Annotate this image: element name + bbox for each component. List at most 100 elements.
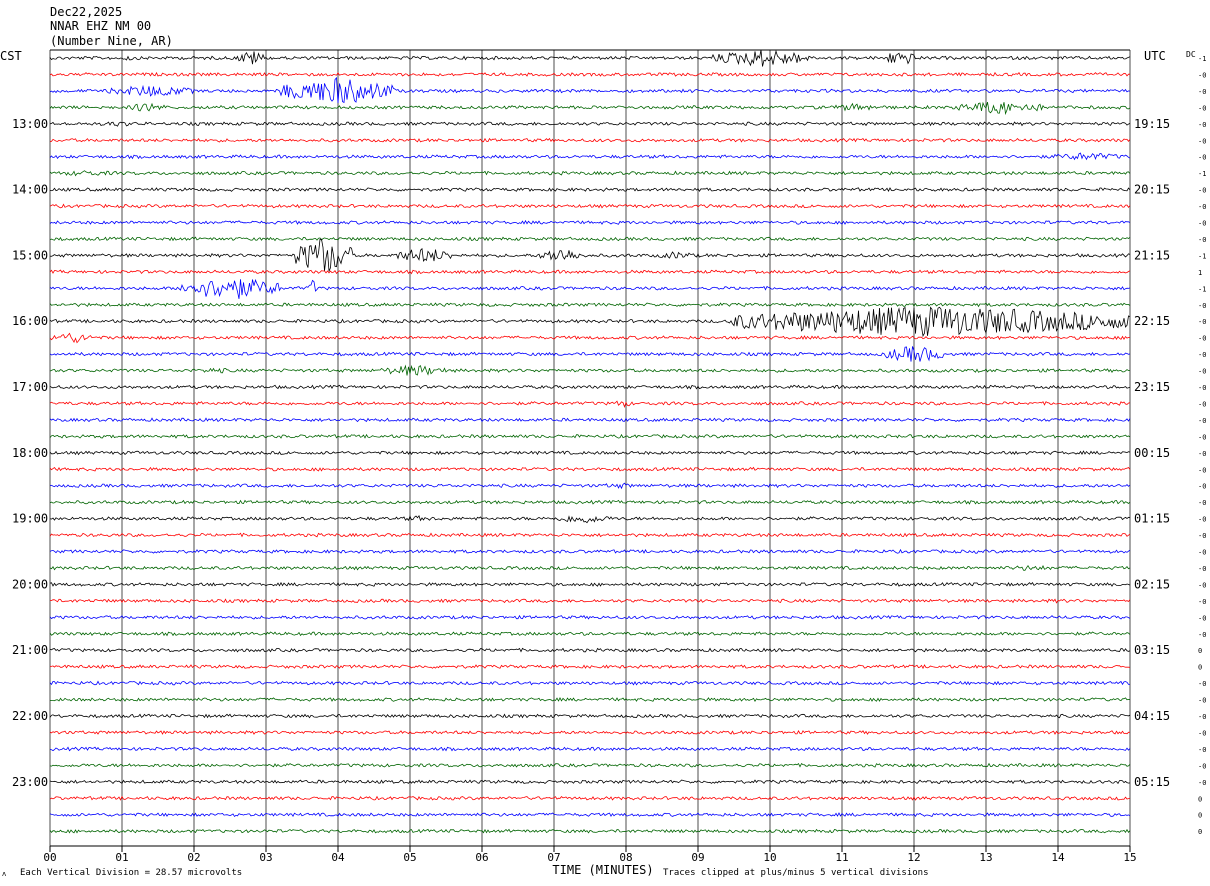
dc-offset-value: 0	[1198, 664, 1202, 672]
cst-hour-label: 15:00	[12, 248, 48, 262]
x-tick-label: 00	[43, 851, 56, 864]
dc-offset-value: -1	[1198, 55, 1206, 63]
trace-row	[49, 76, 1131, 104]
dc-offset-value: -0	[1198, 483, 1206, 491]
dc-offset-value: -0	[1198, 335, 1206, 343]
trace-row	[49, 713, 1131, 719]
cst-hour-label: 22:00	[12, 709, 48, 723]
trace-row	[49, 49, 1131, 67]
cst-hour-label: 21:00	[12, 643, 48, 657]
dc-offset-value: -0	[1198, 631, 1206, 639]
trace-row	[49, 730, 1131, 735]
trace-row	[49, 795, 1131, 801]
trace-row	[49, 680, 1131, 686]
dc-offset-value: -0	[1198, 697, 1206, 705]
dc-offset-value: -0	[1198, 779, 1206, 787]
dc-offset-value: -0	[1198, 450, 1206, 458]
trace-row	[49, 466, 1131, 472]
dc-offset-value: -0	[1198, 368, 1206, 376]
dc-offset-value: -1	[1198, 252, 1206, 260]
x-tick-label: 02	[187, 851, 200, 864]
utc-hour-label: 00:15	[1134, 446, 1170, 460]
dc-offset-value: -1	[1198, 285, 1206, 293]
trace-row	[49, 631, 1131, 637]
x-axis-title: TIME (MINUTES)	[552, 863, 653, 877]
cst-label: CST	[0, 49, 22, 63]
dc-offset-value: -0	[1198, 516, 1206, 524]
trace-row	[49, 302, 1131, 308]
trace-group	[49, 49, 1131, 834]
minute-grid	[49, 49, 1131, 846]
utc-hour-label: 01:15	[1134, 512, 1170, 526]
dc-offset-value: -1	[1198, 170, 1206, 178]
dc-offset-value: -0	[1198, 318, 1206, 326]
trace-row	[49, 137, 1131, 143]
utc-hour-label: 05:15	[1134, 775, 1170, 789]
x-tick-label: 10	[763, 851, 776, 864]
dc-offset-value: -0	[1198, 680, 1206, 688]
dc-offset-value: -0	[1198, 614, 1206, 622]
utc-hour-label: 22:15	[1134, 314, 1170, 328]
x-tick-label: 03	[259, 851, 272, 864]
cst-hour-label: 18:00	[12, 446, 48, 460]
x-axis-ticks: 00 01 02 03 04 05 06 07 08 09 10 11 12 13 14 15	[43, 846, 1137, 864]
trace-row	[49, 238, 1131, 272]
dc-offset-value: -0	[1198, 549, 1206, 557]
trace-row	[49, 101, 1131, 116]
trace-row	[49, 121, 1131, 127]
trace-row	[49, 812, 1131, 818]
dc-offset-value: -0	[1198, 466, 1206, 474]
trace-row	[49, 219, 1131, 225]
dc-label: DC	[1186, 50, 1196, 59]
trace-row	[49, 762, 1131, 768]
dc-offset-value: -0	[1198, 417, 1206, 425]
x-tick-label: 15	[1123, 851, 1136, 864]
utc-hour-label: 20:15	[1134, 183, 1170, 197]
utc-hour-label: 03:15	[1134, 643, 1170, 657]
cst-hour-label: 13:00	[12, 117, 48, 131]
dc-offset-value: -0	[1198, 71, 1206, 79]
x-tick-label: 12	[907, 851, 920, 864]
trace-row	[49, 417, 1131, 423]
x-tick-label: 13	[979, 851, 992, 864]
dc-offset-value: -0	[1198, 400, 1206, 408]
x-tick-label: 11	[835, 851, 848, 864]
dc-offset-value: -0	[1198, 384, 1206, 392]
x-tick-label: 05	[403, 851, 416, 864]
dc-offset-value: -0	[1198, 433, 1206, 441]
dc-offset-value: -0	[1198, 203, 1206, 211]
clip-note: Traces clipped at plus/minus 5 vertical …	[663, 868, 929, 878]
trace-row	[49, 433, 1131, 439]
cst-hour-labels: 13:00 14:00 15:00 16:00 17:00 18:00 19:00 20:00…	[12, 117, 48, 789]
trace-row	[49, 236, 1131, 242]
utc-hour-label: 19:15	[1134, 117, 1170, 131]
trace-row	[49, 779, 1131, 785]
trace-row	[49, 482, 1131, 490]
trace-row	[49, 346, 1131, 362]
dc-offset-value: -0	[1198, 729, 1206, 737]
trace-row	[49, 170, 1131, 177]
dc-offset-value: -0	[1198, 236, 1206, 244]
dc-offset-value: -0	[1198, 762, 1206, 770]
cst-hour-label: 17:00	[12, 380, 48, 394]
trace-row	[49, 614, 1131, 620]
dc-offset-value: -0	[1198, 746, 1206, 754]
trace-row	[49, 384, 1131, 390]
dc-offset-value: -0	[1198, 121, 1206, 129]
x-tick-label: 04	[331, 851, 345, 864]
cst-hour-label: 23:00	[12, 775, 48, 789]
cst-hour-label: 16:00	[12, 314, 48, 328]
utc-hour-label: 21:15	[1134, 248, 1170, 262]
trace-row	[49, 647, 1131, 653]
trace-row	[49, 187, 1131, 192]
dc-offset-value: -0	[1198, 532, 1206, 540]
trace-row	[49, 564, 1131, 571]
trace-row	[49, 664, 1131, 670]
dc-offset-value: -0	[1198, 713, 1206, 721]
trace-row	[49, 278, 1131, 299]
utc-label: UTC	[1144, 49, 1166, 63]
dc-offset-value: -0	[1198, 581, 1206, 589]
dc-offset-value: -0	[1198, 104, 1206, 112]
dc-offset-value: -0	[1198, 187, 1206, 195]
dc-offset-value: 0	[1198, 647, 1202, 655]
